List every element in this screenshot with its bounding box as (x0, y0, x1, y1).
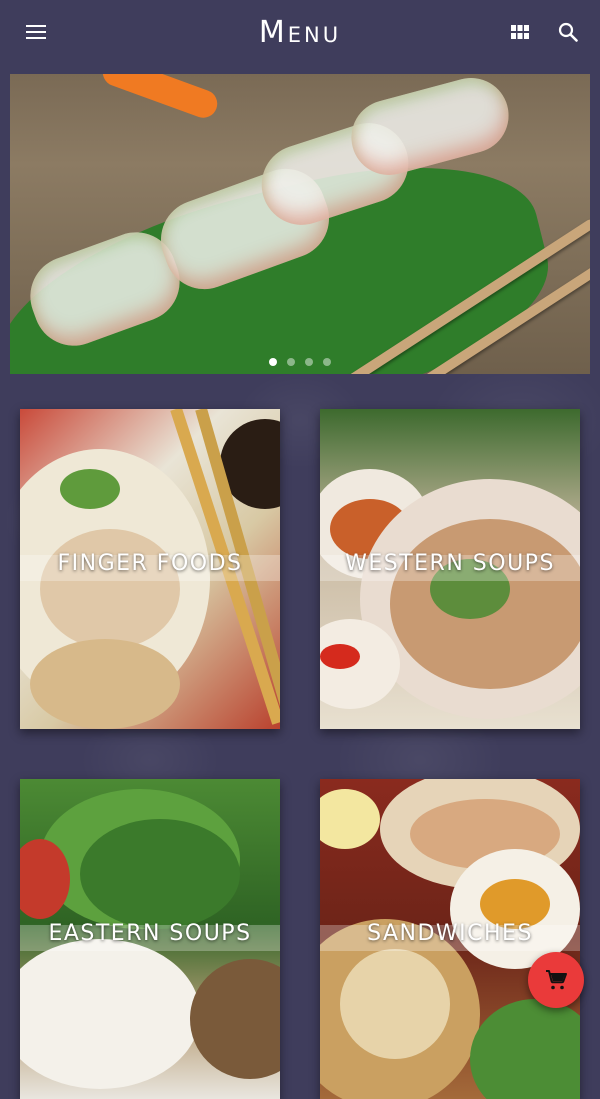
category-label: SANDWICHES (367, 921, 533, 946)
hamburger-menu-icon (26, 25, 46, 39)
app-bar: Menu (0, 0, 600, 64)
carousel-indicators (10, 358, 590, 366)
menu-button[interactable] (16, 12, 56, 52)
banner-image-detail (98, 74, 222, 122)
grid-view-button[interactable] (500, 12, 540, 52)
carousel-dot[interactable] (305, 358, 313, 366)
category-card-sandwiches[interactable]: SANDWICHES (320, 779, 580, 1099)
shopping-cart-icon (546, 970, 567, 990)
category-card-finger-foods[interactable]: FINGER FOODS (20, 409, 280, 729)
page-title: Menu (258, 14, 342, 50)
category-label: FINGER FOODS (57, 551, 243, 576)
search-icon (558, 22, 578, 42)
grid-view-icon (511, 25, 529, 39)
featured-banner-carousel[interactable] (10, 74, 590, 374)
cart-fab-button[interactable] (528, 952, 584, 1008)
carousel-dot[interactable] (287, 358, 295, 366)
category-label: EASTERN SOUPS (48, 921, 252, 946)
carousel-dot[interactable] (269, 358, 277, 366)
category-card-western-soups[interactable]: WESTERN SOUPS (320, 409, 580, 729)
search-button[interactable] (548, 12, 588, 52)
carousel-dot[interactable] (323, 358, 331, 366)
category-card-eastern-soups[interactable]: EASTERN SOUPS (20, 779, 280, 1099)
category-label: WESTERN SOUPS (345, 551, 555, 576)
